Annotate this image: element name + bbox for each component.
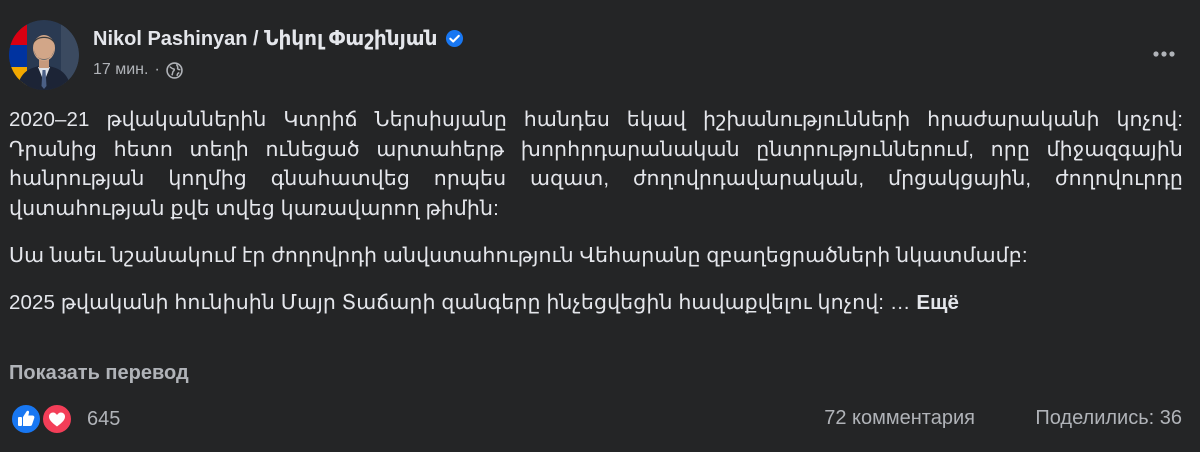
globe-icon[interactable]	[166, 61, 183, 79]
post-text: 2020–21 թվականներին Կտրիճ Ներսիսյանը հան…	[9, 105, 1183, 317]
show-translation-link[interactable]: Показать перевод	[9, 362, 189, 385]
like-icon	[10, 403, 42, 435]
post-paragraph-3-text: 2025 թվականի հունիսին Մայր Տաճարի զանգեր…	[9, 290, 911, 314]
more-options-button[interactable]	[1144, 36, 1184, 72]
reaction-count: 645	[87, 407, 121, 430]
post-paragraph-3: 2025 թվականի հունիսին Մայր Տաճարի զանգեր…	[9, 288, 1183, 318]
facebook-post: Nikol Pashinyan / Նիկոլ Փաշինյան 17 мин.…	[0, 0, 1200, 452]
post-paragraph-2: Սա նաեւ նշանակում էր ժողովրդի անվստահութ…	[9, 244, 1028, 267]
reaction-icons	[9, 402, 79, 436]
comments-count-link[interactable]: 72 комментария	[824, 407, 975, 430]
shares-count-link[interactable]: Поделились: 36	[1035, 407, 1182, 430]
post-paragraph-1: 2020–21 թվականներին Կտրիճ Ներսիսյանը հան…	[9, 108, 1183, 220]
post-timestamp-link[interactable]: 17 мин.	[93, 61, 148, 79]
see-more-link[interactable]: Ещё	[916, 291, 959, 314]
author-line: Nikol Pashinyan / Նիկոլ Փաշինյան	[93, 26, 464, 51]
meta-separator: ·	[154, 61, 160, 78]
verified-badge-icon	[445, 29, 464, 48]
author-name-link[interactable]: Nikol Pashinyan / Նիկոլ Փաշինյան	[93, 26, 437, 51]
author-avatar[interactable]	[9, 20, 79, 90]
more-horizontal-icon	[1153, 51, 1175, 57]
love-icon	[41, 403, 73, 435]
reactions-summary[interactable]: 645	[9, 402, 120, 436]
post-meta: 17 мин. ·	[93, 61, 183, 79]
